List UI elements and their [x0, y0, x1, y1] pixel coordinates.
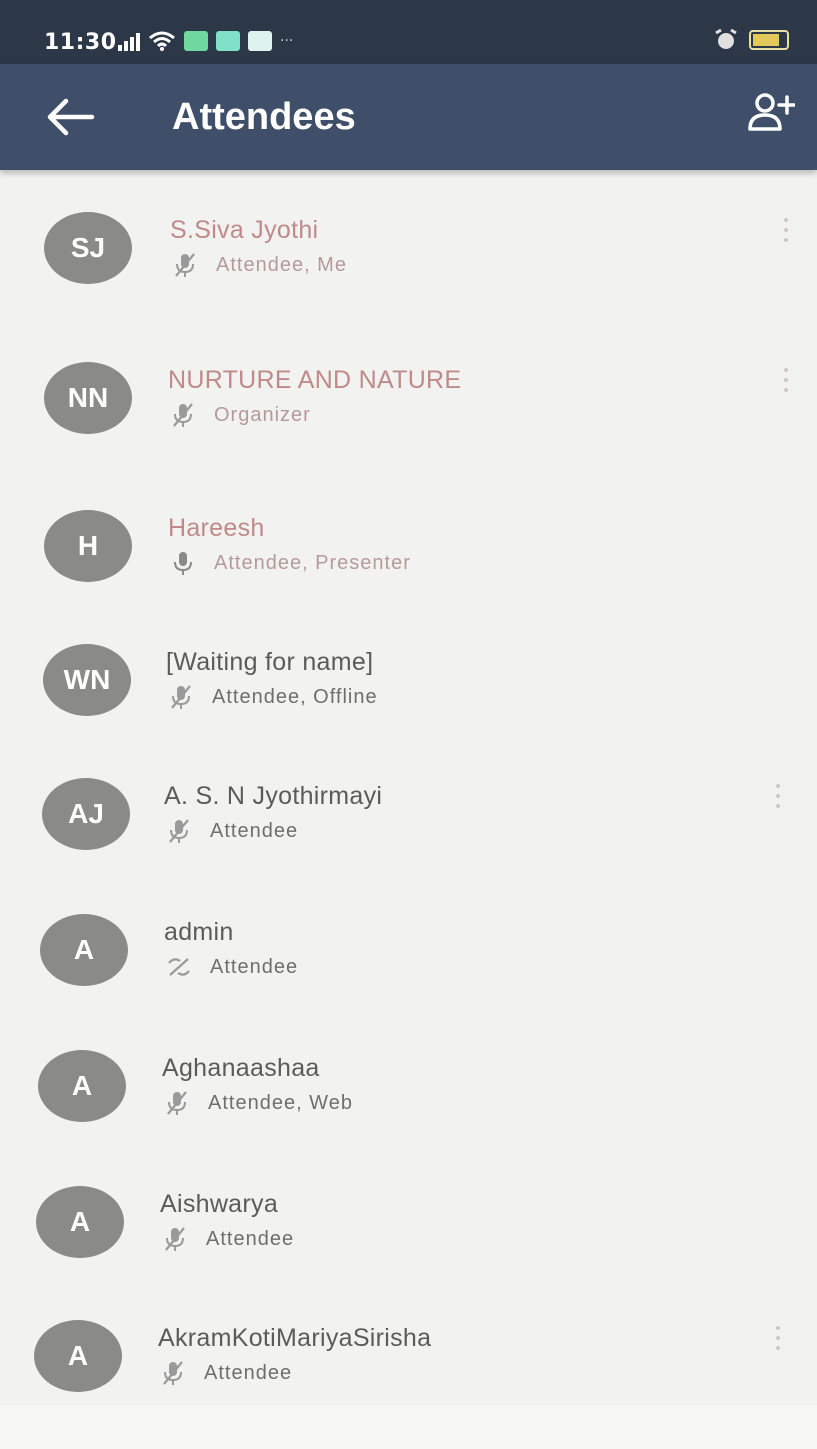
- attendee-name: S.Siva Jyothi: [170, 216, 319, 244]
- more-notifications-icon: ···: [280, 33, 294, 49]
- attendee-row[interactable]: A Aishwarya Attendee: [0, 1154, 817, 1290]
- signal-icon: [118, 31, 140, 51]
- add-person-icon: [748, 93, 795, 131]
- bottom-navigation-area: [0, 1405, 817, 1449]
- attendee-role: Attendee: [204, 1361, 293, 1384]
- attendee-row[interactable]: A Aghanaashaa Attendee, Web: [0, 1018, 817, 1154]
- phone-off-icon: [166, 954, 192, 980]
- attendee-meta: Attendee, Offline: [168, 684, 378, 710]
- status-right: [713, 28, 789, 52]
- mic-off-icon: [172, 252, 198, 278]
- attendee-role: Attendee, Me: [216, 253, 347, 276]
- avatar: SJ: [44, 212, 132, 284]
- mic-off-icon: [170, 402, 196, 428]
- add-attendee-button[interactable]: [743, 84, 799, 140]
- attendee-name: [Waiting for name]: [166, 648, 374, 676]
- attendee-name: AkramKotiMariyaSirisha: [158, 1324, 432, 1352]
- more-options-button[interactable]: [768, 776, 788, 816]
- status-indicators: ···: [118, 30, 293, 52]
- attendee-row[interactable]: NN NURTURE AND NATURE Organizer: [0, 330, 817, 466]
- attendee-row[interactable]: Aadmin Attendee: [0, 882, 817, 1018]
- avatar: NN: [44, 362, 132, 434]
- battery-icon: [749, 30, 789, 50]
- notification-icon: [184, 31, 208, 51]
- avatar: A: [38, 1050, 126, 1122]
- attendee-meta: Organizer: [170, 402, 311, 428]
- attendee-row[interactable]: SJ S.Siva Jyothi Attendee, Me: [0, 180, 817, 316]
- attendee-name: NURTURE AND NATURE: [168, 366, 462, 394]
- avatar: A: [40, 914, 128, 986]
- attendee-role: Attendee, Offline: [212, 685, 378, 708]
- attendee-row[interactable]: AJ A. S. N Jyothirmayi Attendee: [0, 746, 817, 882]
- mic-off-icon: [164, 1090, 190, 1116]
- status-bar: 11:30 ···: [0, 0, 817, 64]
- mic-off-icon: [162, 1226, 188, 1252]
- attendee-row[interactable]: H Hareesh Attendee, Presenter: [0, 478, 817, 614]
- mic-off-icon: [160, 1360, 186, 1386]
- more-options-button[interactable]: [768, 1318, 788, 1358]
- back-button[interactable]: [40, 92, 100, 142]
- attendee-role: Attendee, Presenter: [214, 551, 411, 574]
- arrow-left-icon: [47, 98, 95, 136]
- attendee-meta: Attendee: [162, 1226, 294, 1252]
- more-options-button[interactable]: [776, 210, 796, 250]
- app-bar: Attendees: [0, 64, 817, 170]
- page-title: Attendees: [172, 96, 356, 138]
- attendee-role: Attendee: [206, 1227, 295, 1250]
- attendee-name: admin: [164, 918, 234, 946]
- notification-icon: [248, 31, 272, 51]
- attendee-meta: Attendee, Me: [172, 252, 347, 278]
- attendee-row[interactable]: A AkramKotiMariyaSirisha Attendee: [0, 1288, 817, 1424]
- mic-off-icon: [166, 818, 192, 844]
- wifi-icon: [149, 31, 175, 51]
- avatar: WN: [43, 644, 131, 716]
- attendee-meta: Attendee: [166, 818, 298, 844]
- attendee-name: Aghanaashaa: [162, 1054, 320, 1082]
- attendee-role: Attendee: [210, 955, 299, 978]
- attendee-role: Attendee, Web: [208, 1091, 353, 1114]
- attendee-meta: Attendee: [160, 1360, 292, 1386]
- mic-on-icon: [170, 550, 196, 576]
- mic-off-icon: [168, 684, 194, 710]
- attendee-name: Aishwarya: [160, 1190, 279, 1218]
- attendee-role: Organizer: [214, 403, 311, 426]
- attendee-meta: Attendee, Web: [164, 1090, 353, 1116]
- battery-level: [753, 34, 779, 46]
- attendee-row[interactable]: WN [Waiting for name] Attendee, Offline: [0, 612, 817, 748]
- avatar: AJ: [42, 778, 130, 850]
- status-time: 11:30: [44, 30, 117, 55]
- attendee-role: Attendee: [210, 819, 299, 842]
- attendee-meta: Attendee: [166, 954, 298, 980]
- avatar: A: [34, 1320, 122, 1392]
- notification-icon: [216, 31, 240, 51]
- avatar: A: [36, 1186, 124, 1258]
- avatar: H: [44, 510, 132, 582]
- more-options-button[interactable]: [776, 360, 796, 400]
- attendee-name: A. S. N Jyothirmayi: [164, 782, 383, 810]
- attendee-meta: Attendee, Presenter: [170, 550, 411, 576]
- alarm-icon: [715, 28, 737, 49]
- attendee-name: Hareesh: [168, 514, 265, 542]
